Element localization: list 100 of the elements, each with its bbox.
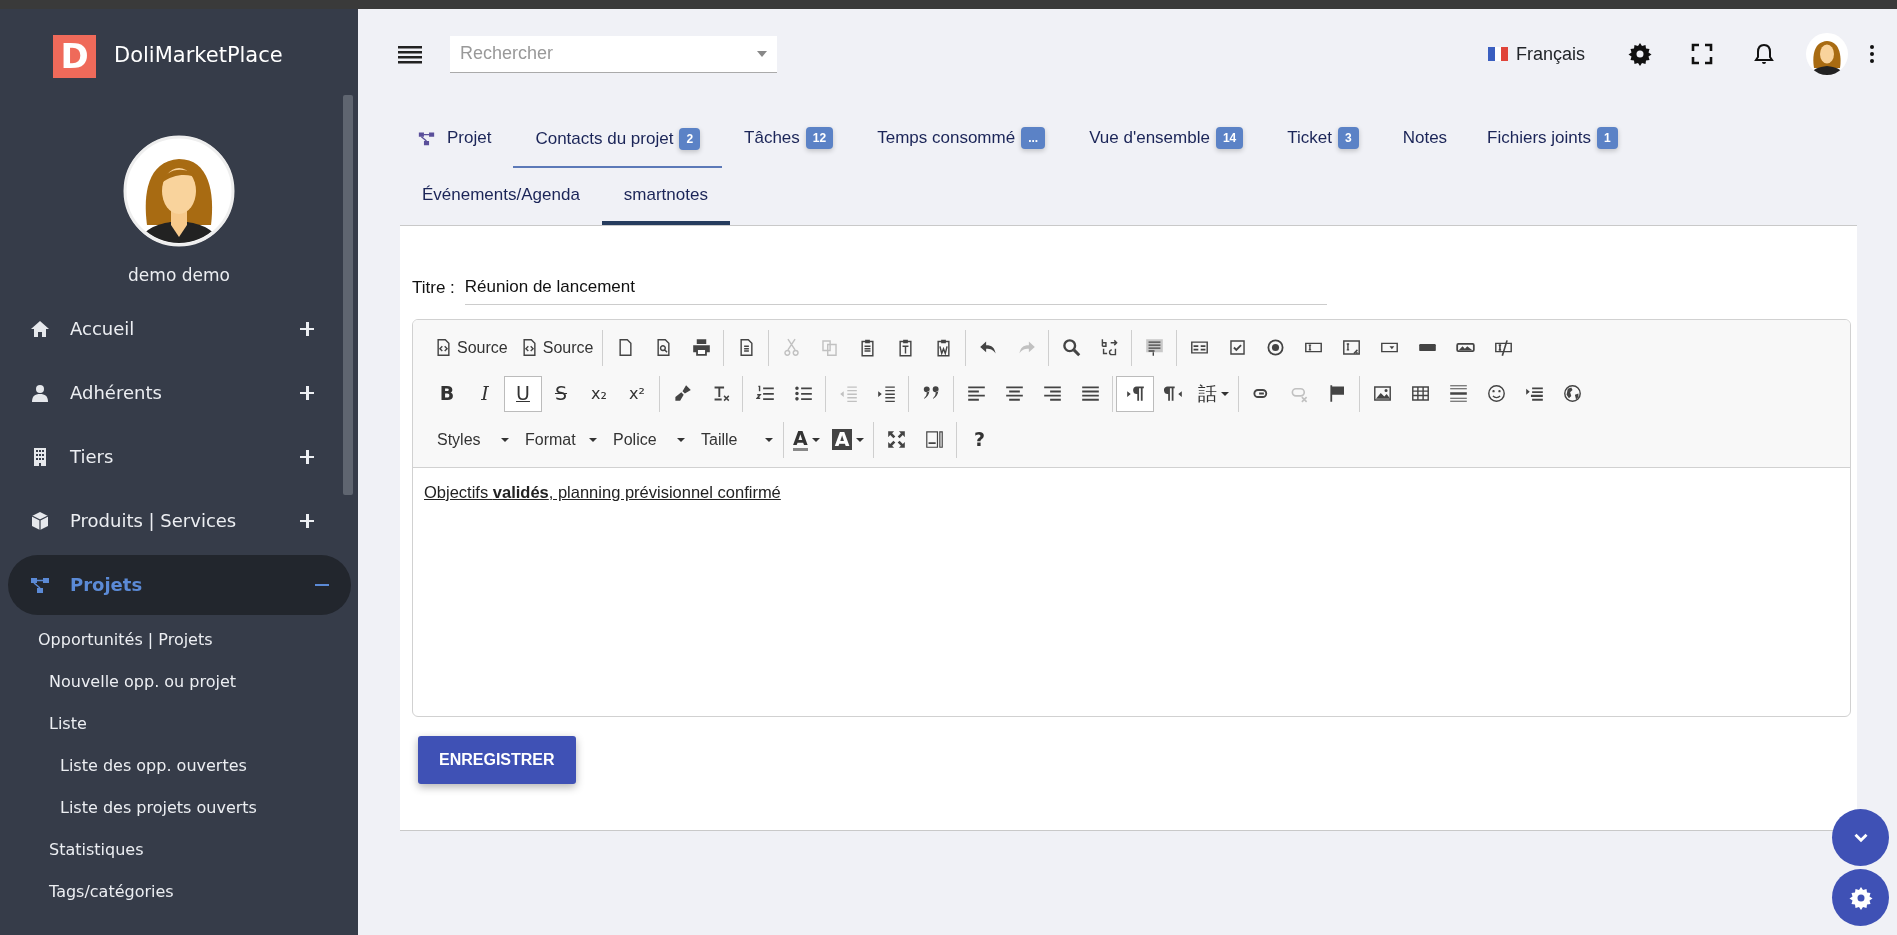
- submenu-item[interactable]: Liste des projets ouverts: [0, 786, 358, 829]
- flag-icon: [1487, 47, 1508, 61]
- caret-icon: [677, 437, 685, 442]
- background-color-icon: A: [831, 429, 853, 450]
- fullscreen-icon[interactable]: [1690, 42, 1714, 66]
- dropdown-button[interactable]: Police: [604, 421, 692, 458]
- align-left-icon: [966, 384, 986, 403]
- toolbar-button[interactable]: A: [787, 421, 826, 458]
- tab[interactable]: Ticket 3: [1265, 111, 1381, 168]
- submenu-item[interactable]: Statistiques: [0, 828, 358, 871]
- horizontal-rule-icon: [1448, 384, 1468, 403]
- help-icon: ?: [973, 430, 985, 449]
- settings-icon[interactable]: [1628, 42, 1652, 66]
- submenu-item[interactable]: Opportunités | Projets: [0, 618, 358, 661]
- subscript-icon: x₂: [591, 385, 607, 402]
- toolbar-button[interactable]: 話: [1192, 375, 1235, 412]
- box-icon: [30, 510, 50, 531]
- image-icon: [1372, 384, 1392, 403]
- menu-item[interactable]: Projets: [8, 554, 351, 615]
- menu-item[interactable]: Produits | Services: [8, 490, 336, 551]
- caret-icon: [765, 437, 773, 442]
- numbered-list-icon: [755, 384, 775, 403]
- toolbar-button[interactable]: I: [466, 375, 504, 412]
- submenu-item[interactable]: Tags/catégories: [0, 870, 358, 913]
- toolbar-button[interactable]: A: [825, 421, 871, 458]
- count-badge: 1: [1597, 127, 1618, 149]
- hidden-field-icon: [1493, 338, 1513, 357]
- expand-icon[interactable]: [300, 449, 314, 464]
- bullet-list-icon: [793, 384, 813, 403]
- brand-name: DoliMarketPlace: [114, 42, 283, 70]
- expand-icon[interactable]: [300, 513, 314, 528]
- menu-item[interactable]: Tiers: [8, 426, 336, 487]
- scrollbar[interactable]: [343, 95, 353, 495]
- scissors-icon: [781, 338, 801, 357]
- menu-icon[interactable]: [398, 44, 422, 64]
- toolbar-button[interactable]: S: [542, 375, 580, 412]
- dropdown-button[interactable]: Format: [516, 421, 604, 458]
- pilcrow-left-icon: [1163, 384, 1183, 403]
- form-icon: [1189, 338, 1209, 357]
- caret-icon: [589, 437, 597, 442]
- indent-icon: [876, 384, 896, 403]
- outdent-icon: [838, 384, 858, 403]
- select-all-icon: [1144, 338, 1164, 357]
- count-badge: 3: [1338, 127, 1359, 149]
- brush-icon: [672, 384, 692, 403]
- expand-icon[interactable]: [300, 321, 314, 336]
- text-area-icon: [1341, 338, 1361, 357]
- toolbar-button[interactable]: ?: [960, 421, 999, 458]
- toolbar-button[interactable]: x₂: [580, 375, 618, 412]
- notification-bell-icon[interactable]: [1752, 42, 1776, 66]
- submenu-item[interactable]: Liste des opp. ouvertes: [0, 744, 358, 787]
- scroll-down-button[interactable]: [1832, 809, 1889, 866]
- source-button[interactable]: Source: [428, 329, 514, 366]
- settings-icon: [1848, 885, 1873, 910]
- toolbar-button[interactable]: B: [428, 375, 466, 412]
- count-badge: ...: [1021, 127, 1046, 149]
- count-badge: 12: [805, 127, 834, 149]
- menu-item[interactable]: Adhérents: [8, 362, 336, 423]
- toolbar-button[interactable]: U: [504, 375, 542, 412]
- smiley-icon: [1486, 384, 1506, 403]
- submenu-item[interactable]: Liste: [0, 702, 358, 745]
- align-justify-icon: [1080, 384, 1100, 403]
- strikethrough-icon: S: [554, 384, 568, 403]
- logo: D: [53, 34, 96, 78]
- count-badge: 14: [1215, 127, 1244, 149]
- flag-icon: [1327, 384, 1347, 403]
- source-icon: [434, 338, 453, 357]
- dropdown-button[interactable]: Taille: [692, 421, 780, 458]
- tab[interactable]: Temps consommé ...: [855, 111, 1068, 168]
- italic-icon: I: [481, 384, 489, 403]
- count-badge: 2: [679, 127, 701, 150]
- language-selector[interactable]: Français: [1487, 40, 1585, 68]
- toolbar-button[interactable]: [1116, 375, 1154, 412]
- table-icon: [1410, 384, 1430, 403]
- editor-text[interactable]: Objectifs validés, planning prévisionnel confirmé: [424, 479, 1839, 505]
- tab[interactable]: Tâches 12: [722, 111, 856, 168]
- user-name: demo demo: [127, 264, 231, 287]
- user-avatar[interactable]: [1805, 32, 1849, 76]
- maximize-icon: [886, 430, 906, 449]
- submenu-item[interactable]: Nouvelle opp. ou projet: [0, 660, 358, 703]
- replace-icon: [1099, 338, 1119, 357]
- menu-item[interactable]: Accueil: [8, 298, 336, 359]
- source-button[interactable]: Source: [513, 329, 600, 366]
- user-avatar[interactable]: [123, 135, 235, 247]
- toolbar-button[interactable]: x²: [618, 375, 656, 412]
- tab[interactable]: Projet: [400, 111, 514, 168]
- tab[interactable]: Notes: [1380, 111, 1470, 168]
- copy-icon: [819, 338, 839, 357]
- superscript-icon: x²: [629, 385, 645, 402]
- tab[interactable]: Fichiers joints 1: [1469, 111, 1640, 168]
- tab[interactable]: Événements/Agenda: [400, 168, 602, 225]
- tab[interactable]: Contacts du projet 2: [513, 111, 723, 168]
- settings-button[interactable]: [1832, 869, 1889, 926]
- tab[interactable]: Vue d'ensemble 14: [1067, 111, 1266, 168]
- printer-icon: [691, 338, 711, 357]
- more-options-icon[interactable]: [1869, 44, 1875, 64]
- save-button[interactable]: ENREGISTRER: [418, 735, 576, 784]
- dropdown-button[interactable]: Styles: [428, 421, 516, 458]
- expand-icon[interactable]: [300, 385, 314, 400]
- align-center-icon: [1004, 384, 1024, 403]
